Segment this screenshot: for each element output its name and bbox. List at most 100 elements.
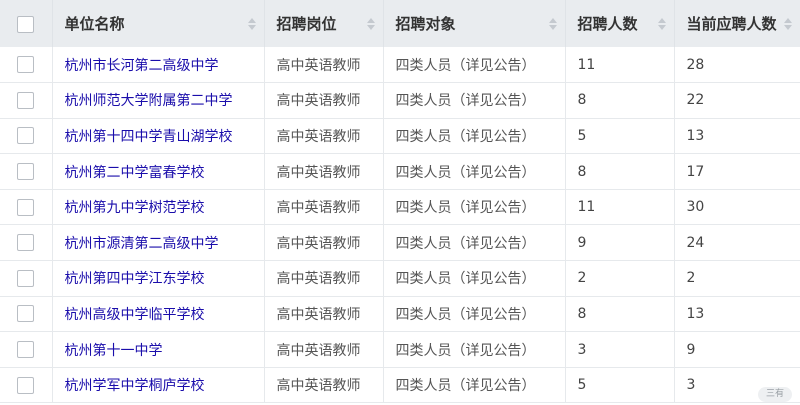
table-row: 杭州第四中学江东学校 高中英语教师 四类人员（详见公告） 2 2: [0, 260, 800, 297]
header-current[interactable]: 当前应聘人数: [674, 0, 800, 47]
table-row: 杭州第十四中学青山湖学校 高中英语教师 四类人员（详见公告） 5 13: [0, 118, 800, 154]
post-cell: 高中英语教师: [264, 367, 384, 403]
post-cell: 高中英语教师: [264, 118, 384, 154]
unit-name-link[interactable]: 杭州第十四中学青山湖学校: [65, 129, 233, 145]
unit-name-link[interactable]: 杭州师范大学附属第二中学: [65, 93, 233, 109]
table-row: 杭州高级中学临平学校 高中英语教师 四类人员（详见公告） 8 13: [0, 296, 800, 332]
sort-icon[interactable]: [784, 17, 792, 30]
table-row: 杭州市长河第二高级中学 高中英语教师 四类人员（详见公告） 11 28: [0, 47, 800, 83]
row-check-cell: [0, 331, 53, 368]
count-cell: 5: [565, 118, 675, 154]
table-header-row: 单位名称 招聘岗位 招聘对象 招聘人数 当前应聘人数: [0, 0, 800, 47]
row-checkbox[interactable]: [17, 305, 35, 323]
row-checkbox[interactable]: [17, 376, 35, 394]
select-all-cell: [0, 0, 53, 47]
count-cell: 8: [565, 296, 675, 332]
count-cell: 9: [565, 224, 675, 261]
recruitment-table: 单位名称 招聘岗位 招聘对象 招聘人数 当前应聘人数 杭州市长河第二高级中学 高…: [0, 0, 800, 403]
row-check-cell: [0, 260, 53, 297]
count-cell: 11: [565, 189, 675, 225]
sort-icon[interactable]: [366, 17, 375, 30]
target-cell: 四类人员（详见公告）: [383, 224, 566, 261]
post-cell: 高中英语教师: [264, 153, 384, 190]
post-cell: 高中英语教师: [264, 47, 384, 83]
floating-action-button[interactable]: 三有: [758, 387, 792, 402]
header-post[interactable]: 招聘岗位: [264, 0, 384, 47]
unit-name-cell: 杭州第二中学富春学校: [52, 153, 265, 190]
unit-name-cell: 杭州第九中学树范学校: [52, 189, 265, 225]
unit-name-link[interactable]: 杭州市长河第二高级中学: [65, 58, 219, 74]
unit-name-link[interactable]: 杭州第十一中学: [65, 343, 163, 359]
count-cell: 8: [565, 153, 675, 190]
unit-name-link[interactable]: 杭州第二中学富春学校: [65, 165, 205, 181]
count-cell: 8: [565, 82, 675, 119]
row-checkbox[interactable]: [17, 234, 35, 252]
current-cell: 2: [686, 270, 696, 287]
table-row: 杭州第二中学富春学校 高中英语教师 四类人员（详见公告） 8 17: [0, 153, 800, 190]
current-cell: 22: [686, 92, 705, 109]
sort-icon[interactable]: [657, 17, 666, 30]
row-check-cell: [0, 82, 53, 119]
post-cell: 高中英语教师: [264, 189, 384, 225]
header-target-label: 招聘对象: [395, 15, 456, 33]
unit-name-cell: 杭州学军中学桐庐学校: [52, 367, 265, 403]
header-current-label: 当前应聘人数: [686, 15, 777, 33]
row-check-cell: [0, 47, 53, 83]
header-name[interactable]: 单位名称: [52, 0, 265, 47]
row-checkbox[interactable]: [17, 269, 35, 287]
header-name-label: 单位名称: [64, 15, 125, 33]
row-checkbox[interactable]: [17, 163, 35, 181]
unit-name-cell: 杭州市长河第二高级中学: [52, 47, 265, 83]
table-row: 杭州第十一中学 高中英语教师 四类人员（详见公告） 3 9: [0, 331, 800, 368]
unit-name-link[interactable]: 杭州学军中学桐庐学校: [65, 378, 205, 394]
header-target[interactable]: 招聘对象: [383, 0, 566, 47]
current-cell: 17: [686, 163, 705, 180]
count-cell: 3: [565, 331, 675, 368]
sort-icon[interactable]: [247, 17, 256, 30]
unit-name-cell: 杭州师范大学附属第二中学: [52, 82, 265, 119]
unit-name-link[interactable]: 杭州第九中学树范学校: [65, 200, 205, 216]
target-cell: 四类人员（详见公告）: [383, 82, 566, 119]
unit-name-link[interactable]: 杭州第四中学江东学校: [65, 271, 205, 287]
current-cell: 24: [686, 234, 705, 251]
header-count[interactable]: 招聘人数: [565, 0, 675, 47]
table-row: 杭州学军中学桐庐学校 高中英语教师 四类人员（详见公告） 5 3: [0, 367, 800, 403]
unit-name-link[interactable]: 杭州高级中学临平学校: [65, 307, 205, 323]
target-cell: 四类人员（详见公告）: [383, 367, 566, 403]
target-cell: 四类人员（详见公告）: [383, 189, 566, 225]
current-cell: 28: [686, 56, 705, 73]
unit-name-cell: 杭州第四中学江东学校: [52, 260, 265, 297]
target-cell: 四类人员（详见公告）: [383, 47, 566, 83]
table-row: 杭州师范大学附属第二中学 高中英语教师 四类人员（详见公告） 8 22: [0, 82, 800, 119]
row-check-cell: [0, 296, 53, 332]
target-cell: 四类人员（详见公告）: [383, 118, 566, 154]
post-cell: 高中英语教师: [264, 296, 384, 332]
row-check-cell: [0, 224, 53, 261]
select-all-checkbox[interactable]: [17, 15, 35, 33]
unit-name-cell: 杭州第十四中学青山湖学校: [52, 118, 265, 154]
count-cell: 11: [565, 47, 675, 83]
row-checkbox[interactable]: [17, 91, 35, 109]
unit-name-cell: 杭州第十一中学: [52, 331, 265, 368]
table-row: 杭州市源清第二高级中学 高中英语教师 四类人员（详见公告） 9 24: [0, 224, 800, 261]
row-check-cell: [0, 189, 53, 225]
target-cell: 四类人员（详见公告）: [383, 331, 566, 368]
row-check-cell: [0, 153, 53, 190]
row-checkbox[interactable]: [17, 127, 35, 145]
header-count-label: 招聘人数: [577, 15, 638, 33]
row-checkbox[interactable]: [17, 198, 35, 216]
unit-name-link[interactable]: 杭州市源清第二高级中学: [65, 236, 219, 252]
table-row: 杭州第九中学树范学校 高中英语教师 四类人员（详见公告） 11 30: [0, 189, 800, 225]
post-cell: 高中英语教师: [264, 82, 384, 119]
post-cell: 高中英语教师: [264, 260, 384, 297]
row-check-cell: [0, 367, 53, 403]
row-check-cell: [0, 118, 53, 154]
row-checkbox[interactable]: [17, 56, 35, 74]
post-cell: 高中英语教师: [264, 224, 384, 261]
row-checkbox[interactable]: [17, 341, 35, 359]
header-post-label: 招聘岗位: [276, 15, 337, 33]
current-cell: 30: [686, 199, 705, 216]
target-cell: 四类人员（详见公告）: [383, 153, 566, 190]
unit-name-cell: 杭州市源清第二高级中学: [52, 224, 265, 261]
sort-icon[interactable]: [548, 17, 557, 30]
